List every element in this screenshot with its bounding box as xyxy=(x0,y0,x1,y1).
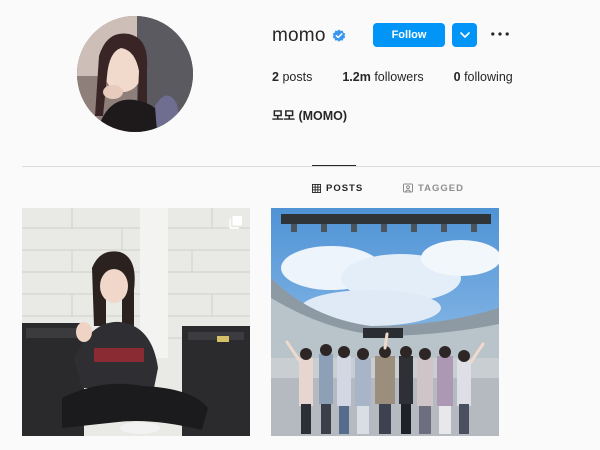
posts-count: 2 xyxy=(272,70,279,84)
following-count: 0 xyxy=(453,70,461,84)
followers-label: followers xyxy=(374,70,424,84)
tagged-icon xyxy=(403,183,413,193)
following-stat[interactable]: 0 following xyxy=(454,70,513,84)
tabs-divider xyxy=(22,166,600,167)
suggested-dropdown-button[interactable] xyxy=(452,23,477,47)
profile-avatar[interactable] xyxy=(77,16,193,132)
verified-badge-icon xyxy=(332,29,346,43)
active-tab-indicator xyxy=(312,165,356,166)
post-thumbnail[interactable] xyxy=(22,208,250,436)
username: momo xyxy=(272,25,326,46)
profile-page: momo Follow 2 posts 1.2m followers 0 fol… xyxy=(0,0,600,450)
followers-stat[interactable]: 1.2m followers xyxy=(342,70,423,84)
following-label: following xyxy=(464,70,513,84)
more-horizontal-icon xyxy=(491,32,509,36)
profile-stats: 2 posts 1.2m followers 0 following xyxy=(272,70,543,84)
more-options-button[interactable] xyxy=(489,25,511,43)
tab-tagged[interactable]: TAGGED xyxy=(403,182,464,194)
posts-label: posts xyxy=(282,70,313,84)
tab-posts[interactable]: POSTS xyxy=(312,182,363,194)
tab-tagged-label: TAGGED xyxy=(418,182,464,194)
follow-button[interactable]: Follow xyxy=(373,23,445,47)
multiple-posts-icon xyxy=(229,215,243,229)
grid-icon xyxy=(312,183,321,193)
tab-posts-label: POSTS xyxy=(326,182,364,194)
post-thumbnail[interactable] xyxy=(271,208,499,436)
followers-count: 1.2m xyxy=(342,70,371,84)
full-name: 모모 (MOMO) xyxy=(272,109,348,123)
chevron-down-icon xyxy=(459,32,470,38)
username-row: momo xyxy=(272,22,346,50)
posts-stat: 2 posts xyxy=(272,70,312,84)
